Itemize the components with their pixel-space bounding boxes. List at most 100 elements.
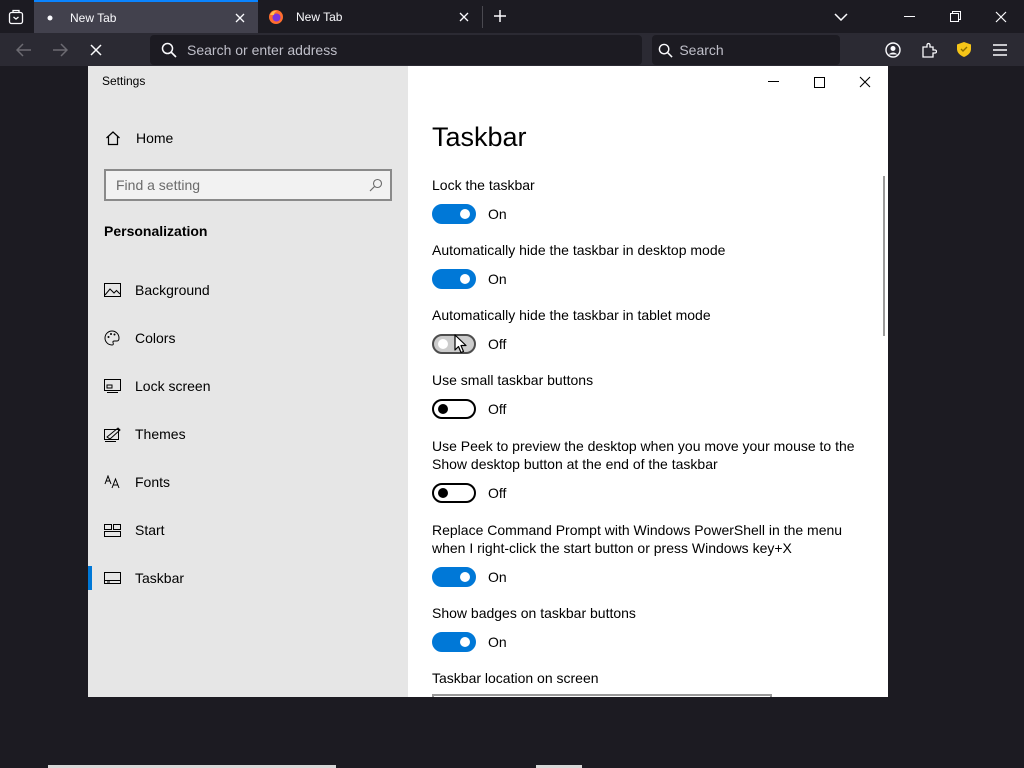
- shield-extension-button[interactable]: [947, 33, 981, 66]
- firefox-icon: [268, 9, 284, 25]
- taskbar-location-label: Taskbar location on screen: [432, 670, 599, 686]
- taskbar-location-dropdown[interactable]: [432, 694, 772, 697]
- selection-indicator: [88, 422, 92, 446]
- sidebar-item-background[interactable]: Background: [88, 270, 408, 310]
- close-icon: [995, 11, 1007, 22]
- tab-overflow-button[interactable]: [818, 0, 864, 33]
- search-icon: [652, 43, 679, 58]
- address-input[interactable]: [187, 42, 642, 58]
- start-icon: [104, 523, 122, 537]
- fonts-icon: [104, 475, 122, 489]
- restore-icon: [949, 11, 961, 22]
- toggle-state-label: Off: [488, 401, 507, 417]
- sidebar-item-lock-screen[interactable]: Lock screen: [88, 366, 408, 406]
- setting-label: Use Peek to preview the desktop when you…: [432, 438, 855, 472]
- find-setting-input[interactable]: [106, 177, 362, 193]
- dot-icon: [42, 10, 58, 26]
- sidebar-item-label: Taskbar: [135, 570, 185, 586]
- sidebar-item-themes[interactable]: Themes: [88, 414, 408, 454]
- page-title: Taskbar: [432, 122, 527, 152]
- toggle-knob: [460, 637, 470, 647]
- account-icon: [885, 41, 901, 58]
- autohide-tablet-toggle-row: Off: [432, 334, 506, 354]
- badges-toggle[interactable]: [432, 632, 476, 652]
- tab-new-tab-active[interactable]: New Tab: [34, 0, 258, 33]
- search-icon[interactable]: [362, 178, 390, 192]
- small-buttons-toggle-row: Off: [432, 399, 506, 419]
- app-menu-button[interactable]: [983, 33, 1017, 66]
- setting-label: Automatically hide the taskbar in tablet…: [432, 307, 711, 323]
- extensions-button[interactable]: [912, 33, 946, 66]
- settings-window: Settings Home Personalization Background: [88, 66, 888, 697]
- restore-button[interactable]: [932, 0, 978, 33]
- list-all-tabs-button[interactable]: [0, 0, 32, 33]
- home-icon: [105, 130, 123, 146]
- lock-taskbar-toggle-row: On: [432, 204, 507, 224]
- taskbar-icon: [104, 572, 122, 584]
- sidebar-item-colors[interactable]: Colors: [88, 318, 408, 358]
- close-tab-icon[interactable]: [454, 7, 474, 27]
- account-button[interactable]: [876, 33, 910, 66]
- stop-icon: [90, 43, 102, 56]
- small-buttons-toggle[interactable]: [432, 399, 476, 419]
- lock-taskbar-toggle[interactable]: [432, 204, 476, 224]
- sidebar-item-label: Themes: [135, 426, 186, 442]
- setting-label: Use small taskbar buttons: [432, 372, 594, 388]
- forward-button[interactable]: [43, 33, 77, 66]
- setting-label: Replace Command Prompt with Windows Powe…: [432, 522, 843, 556]
- setting-label: Lock the taskbar: [432, 177, 535, 193]
- sidebar-item-home[interactable]: Home: [88, 122, 408, 154]
- palette-icon: [104, 330, 122, 346]
- toggle-knob: [438, 339, 448, 349]
- search-icon: [150, 42, 187, 58]
- peek-toggle[interactable]: [432, 483, 476, 503]
- arrow-left-icon: [16, 42, 31, 57]
- sidebar-item-fonts[interactable]: Fonts: [88, 462, 408, 502]
- toggle-state-label: On: [488, 634, 507, 650]
- tab-new-tab[interactable]: New Tab: [260, 0, 482, 33]
- plus-icon: [494, 10, 506, 22]
- toggle-state-label: Off: [488, 336, 507, 352]
- selection-indicator: [88, 374, 92, 398]
- search-bar[interactable]: [652, 35, 840, 65]
- sidebar-item-taskbar[interactable]: Taskbar: [88, 558, 408, 598]
- selection-indicator: [88, 278, 92, 302]
- chevron-down-icon: [834, 12, 848, 21]
- sidebar-item-label: Lock screen: [135, 378, 211, 394]
- back-button[interactable]: [7, 33, 41, 66]
- browser-tab-bar: New Tab New Tab: [0, 0, 1024, 33]
- address-bar[interactable]: [150, 35, 642, 65]
- setting-label: Show badges on taskbar buttons: [432, 605, 636, 621]
- toggle-state-label: On: [488, 206, 507, 222]
- search-input[interactable]: [679, 42, 840, 58]
- toggle-knob: [438, 404, 448, 414]
- sidebar-item-label: Background: [135, 282, 210, 298]
- selection-indicator: [88, 326, 92, 350]
- lock-screen-icon: [104, 379, 122, 393]
- autohide-desktop-toggle[interactable]: [432, 269, 476, 289]
- minimize-button[interactable]: [886, 0, 932, 33]
- tab-title: New Tab: [296, 9, 343, 24]
- close-tab-icon[interactable]: [230, 8, 250, 28]
- tab-separator: [482, 6, 483, 28]
- close-window-button[interactable]: [978, 0, 1024, 33]
- toggle-knob: [460, 274, 470, 284]
- picture-icon: [104, 283, 122, 297]
- new-tab-button[interactable]: [488, 4, 512, 28]
- themes-icon: [104, 426, 122, 442]
- toggle-state-label: On: [488, 569, 507, 585]
- sidebar-item-label: Fonts: [135, 474, 171, 490]
- sidebar-item-label: Home: [136, 130, 174, 146]
- window-title: Settings: [102, 74, 146, 88]
- sidebar-item-start[interactable]: Start: [88, 510, 408, 550]
- find-setting-box[interactable]: [104, 169, 392, 201]
- scrollbar-thumb[interactable]: [883, 176, 885, 336]
- puzzle-icon: [922, 42, 937, 58]
- mouse-cursor-icon: [454, 334, 467, 354]
- powershell-toggle-row: On: [432, 567, 507, 587]
- peek-toggle-row: Off: [432, 483, 506, 503]
- powershell-toggle[interactable]: [432, 567, 476, 587]
- shield-icon: [957, 42, 971, 57]
- badges-toggle-row: On: [432, 632, 507, 652]
- stop-button[interactable]: [79, 33, 113, 66]
